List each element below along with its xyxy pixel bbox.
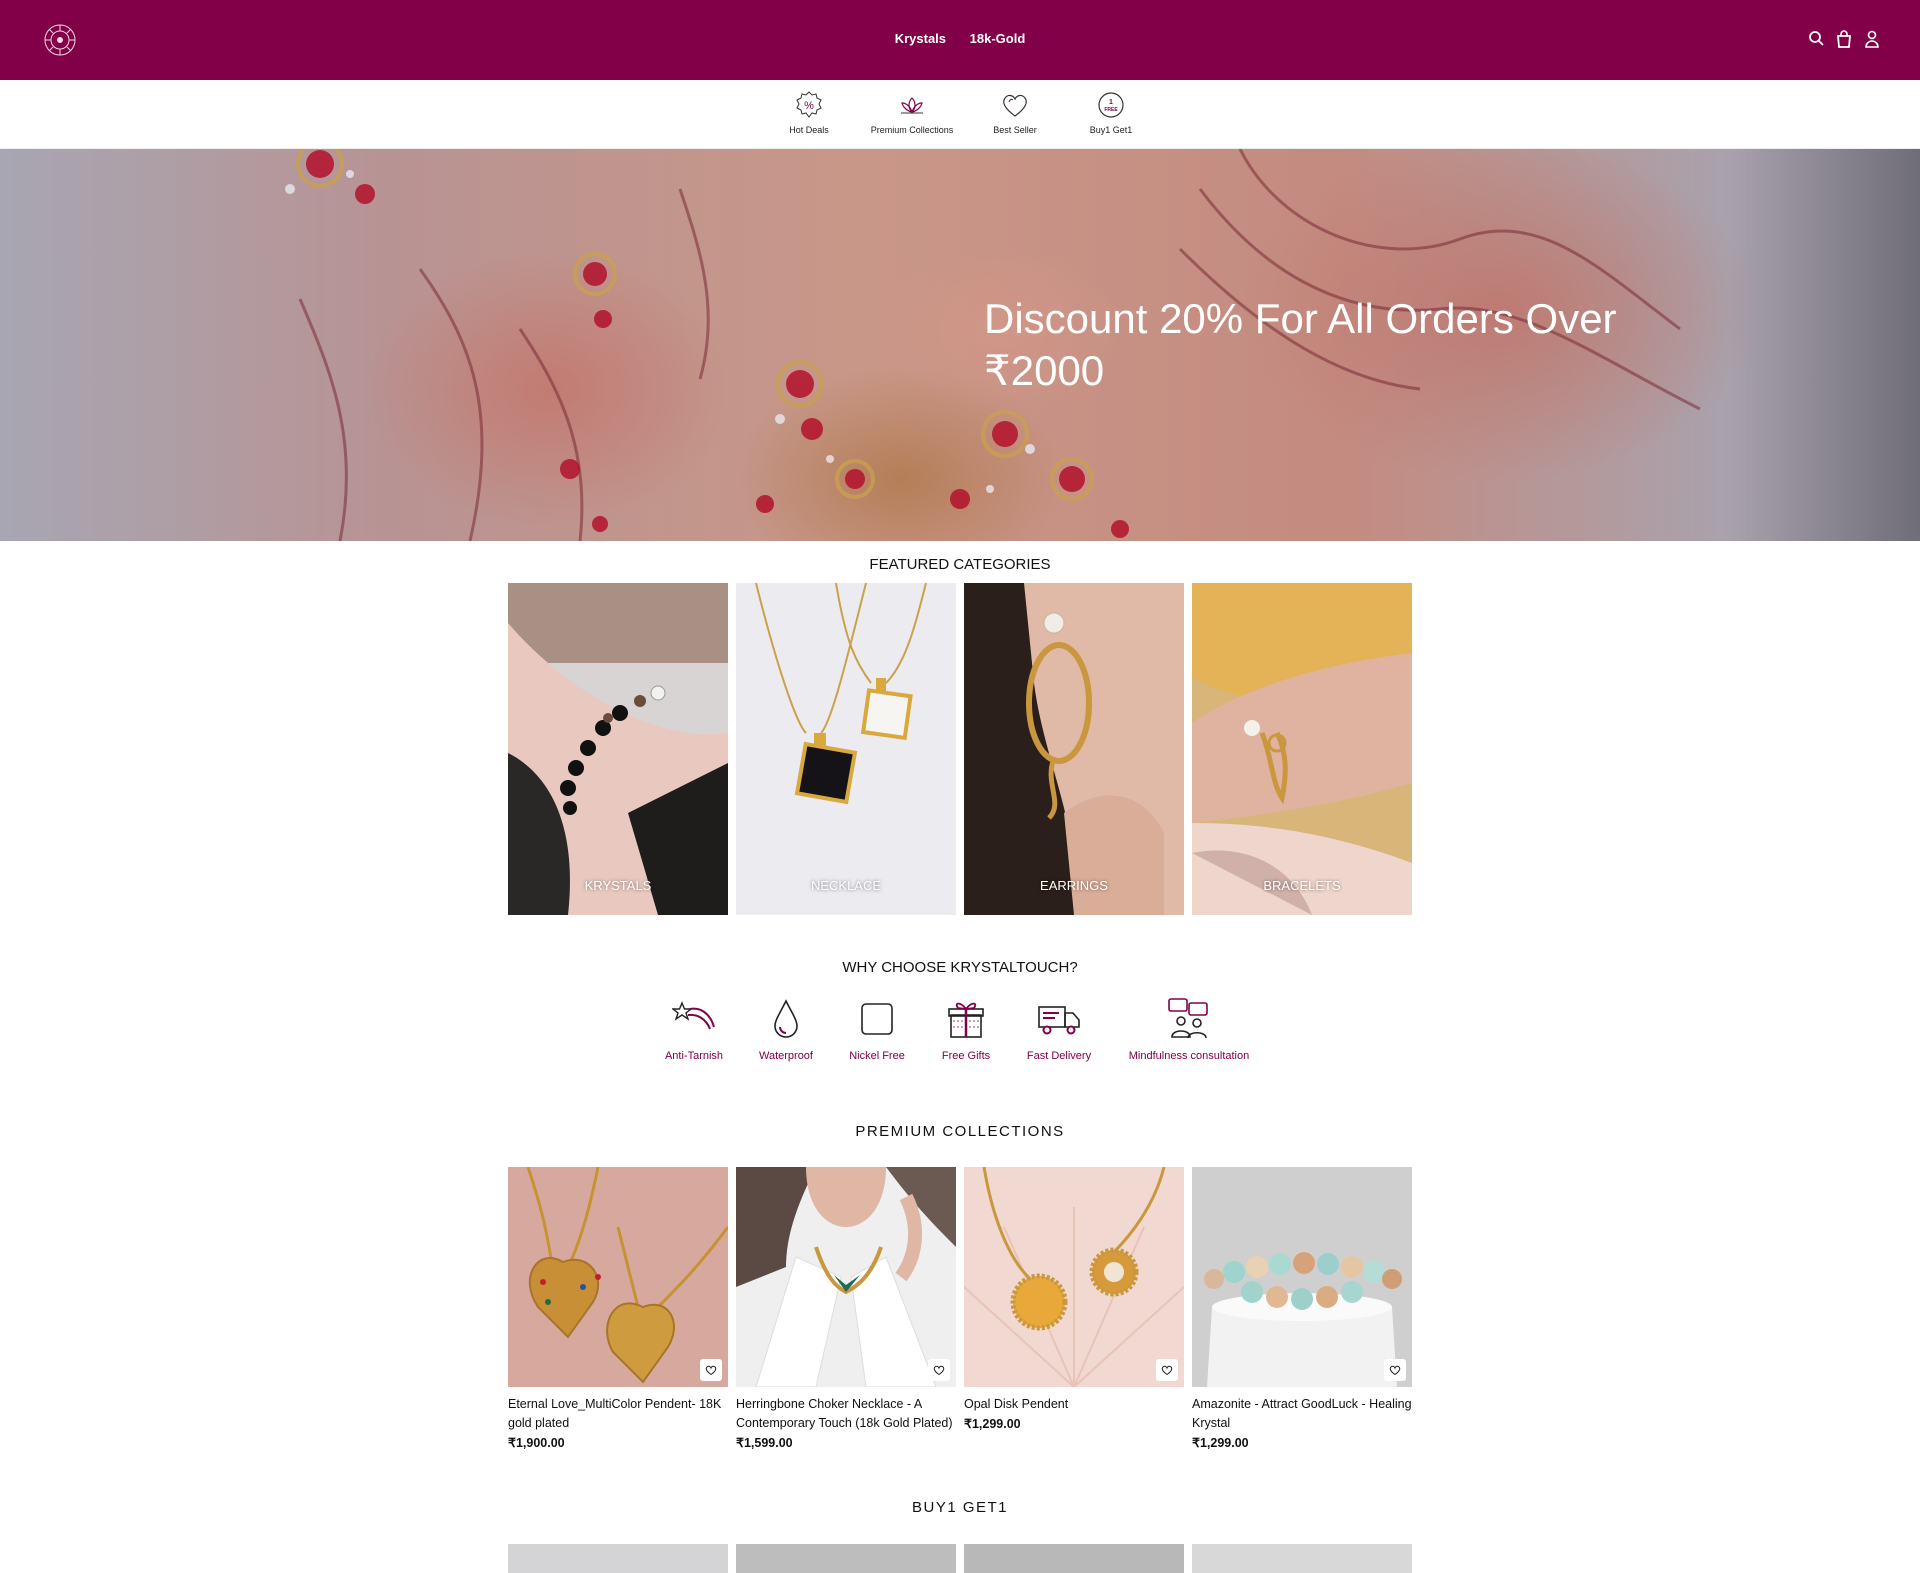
category-label: NECKLACE <box>810 878 882 893</box>
delivery-truck-icon <box>1038 1006 1080 1035</box>
product-card-preview[interactable] <box>508 1544 728 1573</box>
featured-categories-grid: KRYSTALS NECKLACE EARRINGS BRACELETS <box>508 583 1412 915</box>
feature-label: Free Gifts <box>941 1050 991 1062</box>
quick-links-bar: % Hot Deals Premium Collections Best Sel… <box>0 80 1920 149</box>
heart-outline-icon <box>1161 1365 1173 1376</box>
featured-categories-title: FEATURED CATEGORIES <box>869 556 1051 573</box>
badge-bottom-text: FREE <box>1104 107 1118 113</box>
square-outline-icon <box>861 1003 893 1035</box>
quick-link-label: Hot Deals <box>789 125 829 135</box>
category-card-krystals[interactable]: KRYSTALS <box>508 583 728 915</box>
feature-label: Waterproof <box>758 1050 813 1062</box>
product-photo <box>736 1167 956 1387</box>
hero-banner[interactable]: Discount 20% For All Orders Over ₹2000 <box>0 149 1920 541</box>
feature-label: Anti-Tarnish <box>664 1050 724 1062</box>
quick-link-premium-collections[interactable]: Premium Collections <box>857 80 967 148</box>
product-name[interactable]: Eternal Love_MultiColor Pendent- 18K gol… <box>508 1395 728 1433</box>
product-name[interactable]: Opal Disk Pendent <box>964 1395 1184 1414</box>
feature-free-gifts: Free Gifts <box>921 997 1011 1062</box>
category-earrings-photo <box>964 583 1184 915</box>
quick-link-label: Premium Collections <box>870 125 954 135</box>
feature-label: Nickel Free <box>849 1050 905 1062</box>
quick-link-best-seller[interactable]: Best Seller <box>967 80 1063 148</box>
product-card-preview[interactable] <box>1192 1544 1412 1573</box>
product-image[interactable] <box>1192 1167 1412 1387</box>
top-header: Krystals 18k-Gold <box>0 0 1920 80</box>
product-card[interactable]: Eternal Love_MultiColor Pendent- 18K gol… <box>508 1167 728 1450</box>
premium-products-grid: Eternal Love_MultiColor Pendent- 18K gol… <box>508 1167 1412 1450</box>
quick-link-buy1-get1[interactable]: 1 FREE Buy1 Get1 <box>1063 80 1159 148</box>
product-name[interactable]: Amazonite - Attract GoodLuck - Healing K… <box>1192 1395 1412 1433</box>
premium-collections-title: PREMIUM COLLECTIONS <box>855 1123 1065 1140</box>
product-photo <box>1192 1167 1412 1387</box>
heart-outline-icon <box>933 1365 945 1376</box>
water-drop-icon <box>774 999 798 1038</box>
category-label: EARRINGS <box>1040 878 1108 893</box>
product-photo <box>508 1167 728 1387</box>
buy1-get1-title: BUY1 GET1 <box>911 1499 1009 1516</box>
user-icon[interactable] <box>1864 29 1880 49</box>
header-actions <box>1808 29 1880 49</box>
product-image[interactable] <box>964 1167 1184 1387</box>
wishlist-button[interactable] <box>1384 1359 1406 1381</box>
gift-box-icon <box>948 1002 984 1038</box>
quick-link-label: Buy1 Get1 <box>1089 125 1133 135</box>
lotus-icon <box>901 97 923 114</box>
category-card-necklace[interactable]: NECKLACE <box>736 583 956 915</box>
product-card[interactable]: Herringbone Choker Necklace - A Contempo… <box>736 1167 956 1450</box>
consultation-icon <box>1168 998 1208 1039</box>
category-label: BRACELETS <box>1263 878 1341 893</box>
product-price: ₹1,900.00 <box>508 1436 565 1450</box>
product-name[interactable]: Herringbone Choker Necklace - A Contempo… <box>736 1395 956 1433</box>
heart-outline-icon <box>705 1365 717 1376</box>
hero-headline: Discount 20% For All Orders Over ₹2000 <box>984 295 1617 394</box>
feature-anti-tarnish: Anti-Tarnish <box>649 997 739 1062</box>
percent-badge-icon: % <box>796 91 822 118</box>
category-necklace-photo <box>736 583 956 915</box>
one-free-badge-icon: 1 FREE <box>1098 92 1124 118</box>
feature-waterproof: Waterproof <box>739 997 833 1062</box>
heart-icon <box>1003 94 1027 117</box>
product-price: ₹1,599.00 <box>736 1436 793 1450</box>
wishlist-button[interactable] <box>928 1359 950 1381</box>
main-nav: Krystals 18k-Gold <box>0 31 1920 46</box>
feature-fast-delivery: Fast Delivery <box>1011 997 1107 1062</box>
search-icon[interactable] <box>1808 29 1824 49</box>
category-krystals-photo <box>508 583 728 915</box>
feature-mindfulness-consultation: Mindfulness consultation <box>1107 997 1271 1062</box>
shopping-bag-icon[interactable] <box>1836 29 1852 49</box>
feature-label: Mindfulness consultation <box>1128 1050 1250 1062</box>
heart-outline-icon <box>1389 1365 1401 1376</box>
buy1-get1-products-grid <box>508 1544 1412 1573</box>
svg-text:%: % <box>804 100 814 112</box>
badge-top-text: 1 <box>1109 99 1113 106</box>
product-price: ₹1,299.00 <box>1192 1436 1249 1450</box>
category-card-earrings[interactable]: EARRINGS <box>964 583 1184 915</box>
category-card-bracelets[interactable]: BRACELETS <box>1192 583 1412 915</box>
product-card[interactable]: Amazonite - Attract GoodLuck - Healing K… <box>1192 1167 1412 1450</box>
shooting-star-icon <box>672 1001 715 1030</box>
nav-krystals[interactable]: Krystals <box>895 31 946 46</box>
why-choose-title: WHY CHOOSE KRYSTALTOUCH? <box>842 959 1078 976</box>
product-image[interactable] <box>508 1167 728 1387</box>
category-bracelets-photo <box>1192 583 1412 915</box>
product-photo <box>964 1167 1184 1387</box>
feature-nickel-free: Nickel Free <box>833 997 921 1062</box>
product-card-preview[interactable] <box>964 1544 1184 1573</box>
quick-link-hot-deals[interactable]: % Hot Deals <box>761 80 857 148</box>
product-card-preview[interactable] <box>736 1544 956 1573</box>
why-choose-features: Anti-Tarnish Waterproof Nickel Free Free… <box>0 997 1920 1062</box>
product-card[interactable]: Opal Disk Pendent ₹1,299.00 <box>964 1167 1184 1450</box>
wishlist-button[interactable] <box>700 1359 722 1381</box>
feature-label: Fast Delivery <box>1026 1050 1092 1062</box>
category-label: KRYSTALS <box>584 878 652 893</box>
quick-link-label: Best Seller <box>993 125 1037 135</box>
hero-jewellery-photo <box>285 149 1701 541</box>
nav-18k-gold[interactable]: 18k-Gold <box>970 31 1026 46</box>
product-image[interactable] <box>736 1167 956 1387</box>
product-price: ₹1,299.00 <box>964 1417 1021 1431</box>
wishlist-button[interactable] <box>1156 1359 1178 1381</box>
